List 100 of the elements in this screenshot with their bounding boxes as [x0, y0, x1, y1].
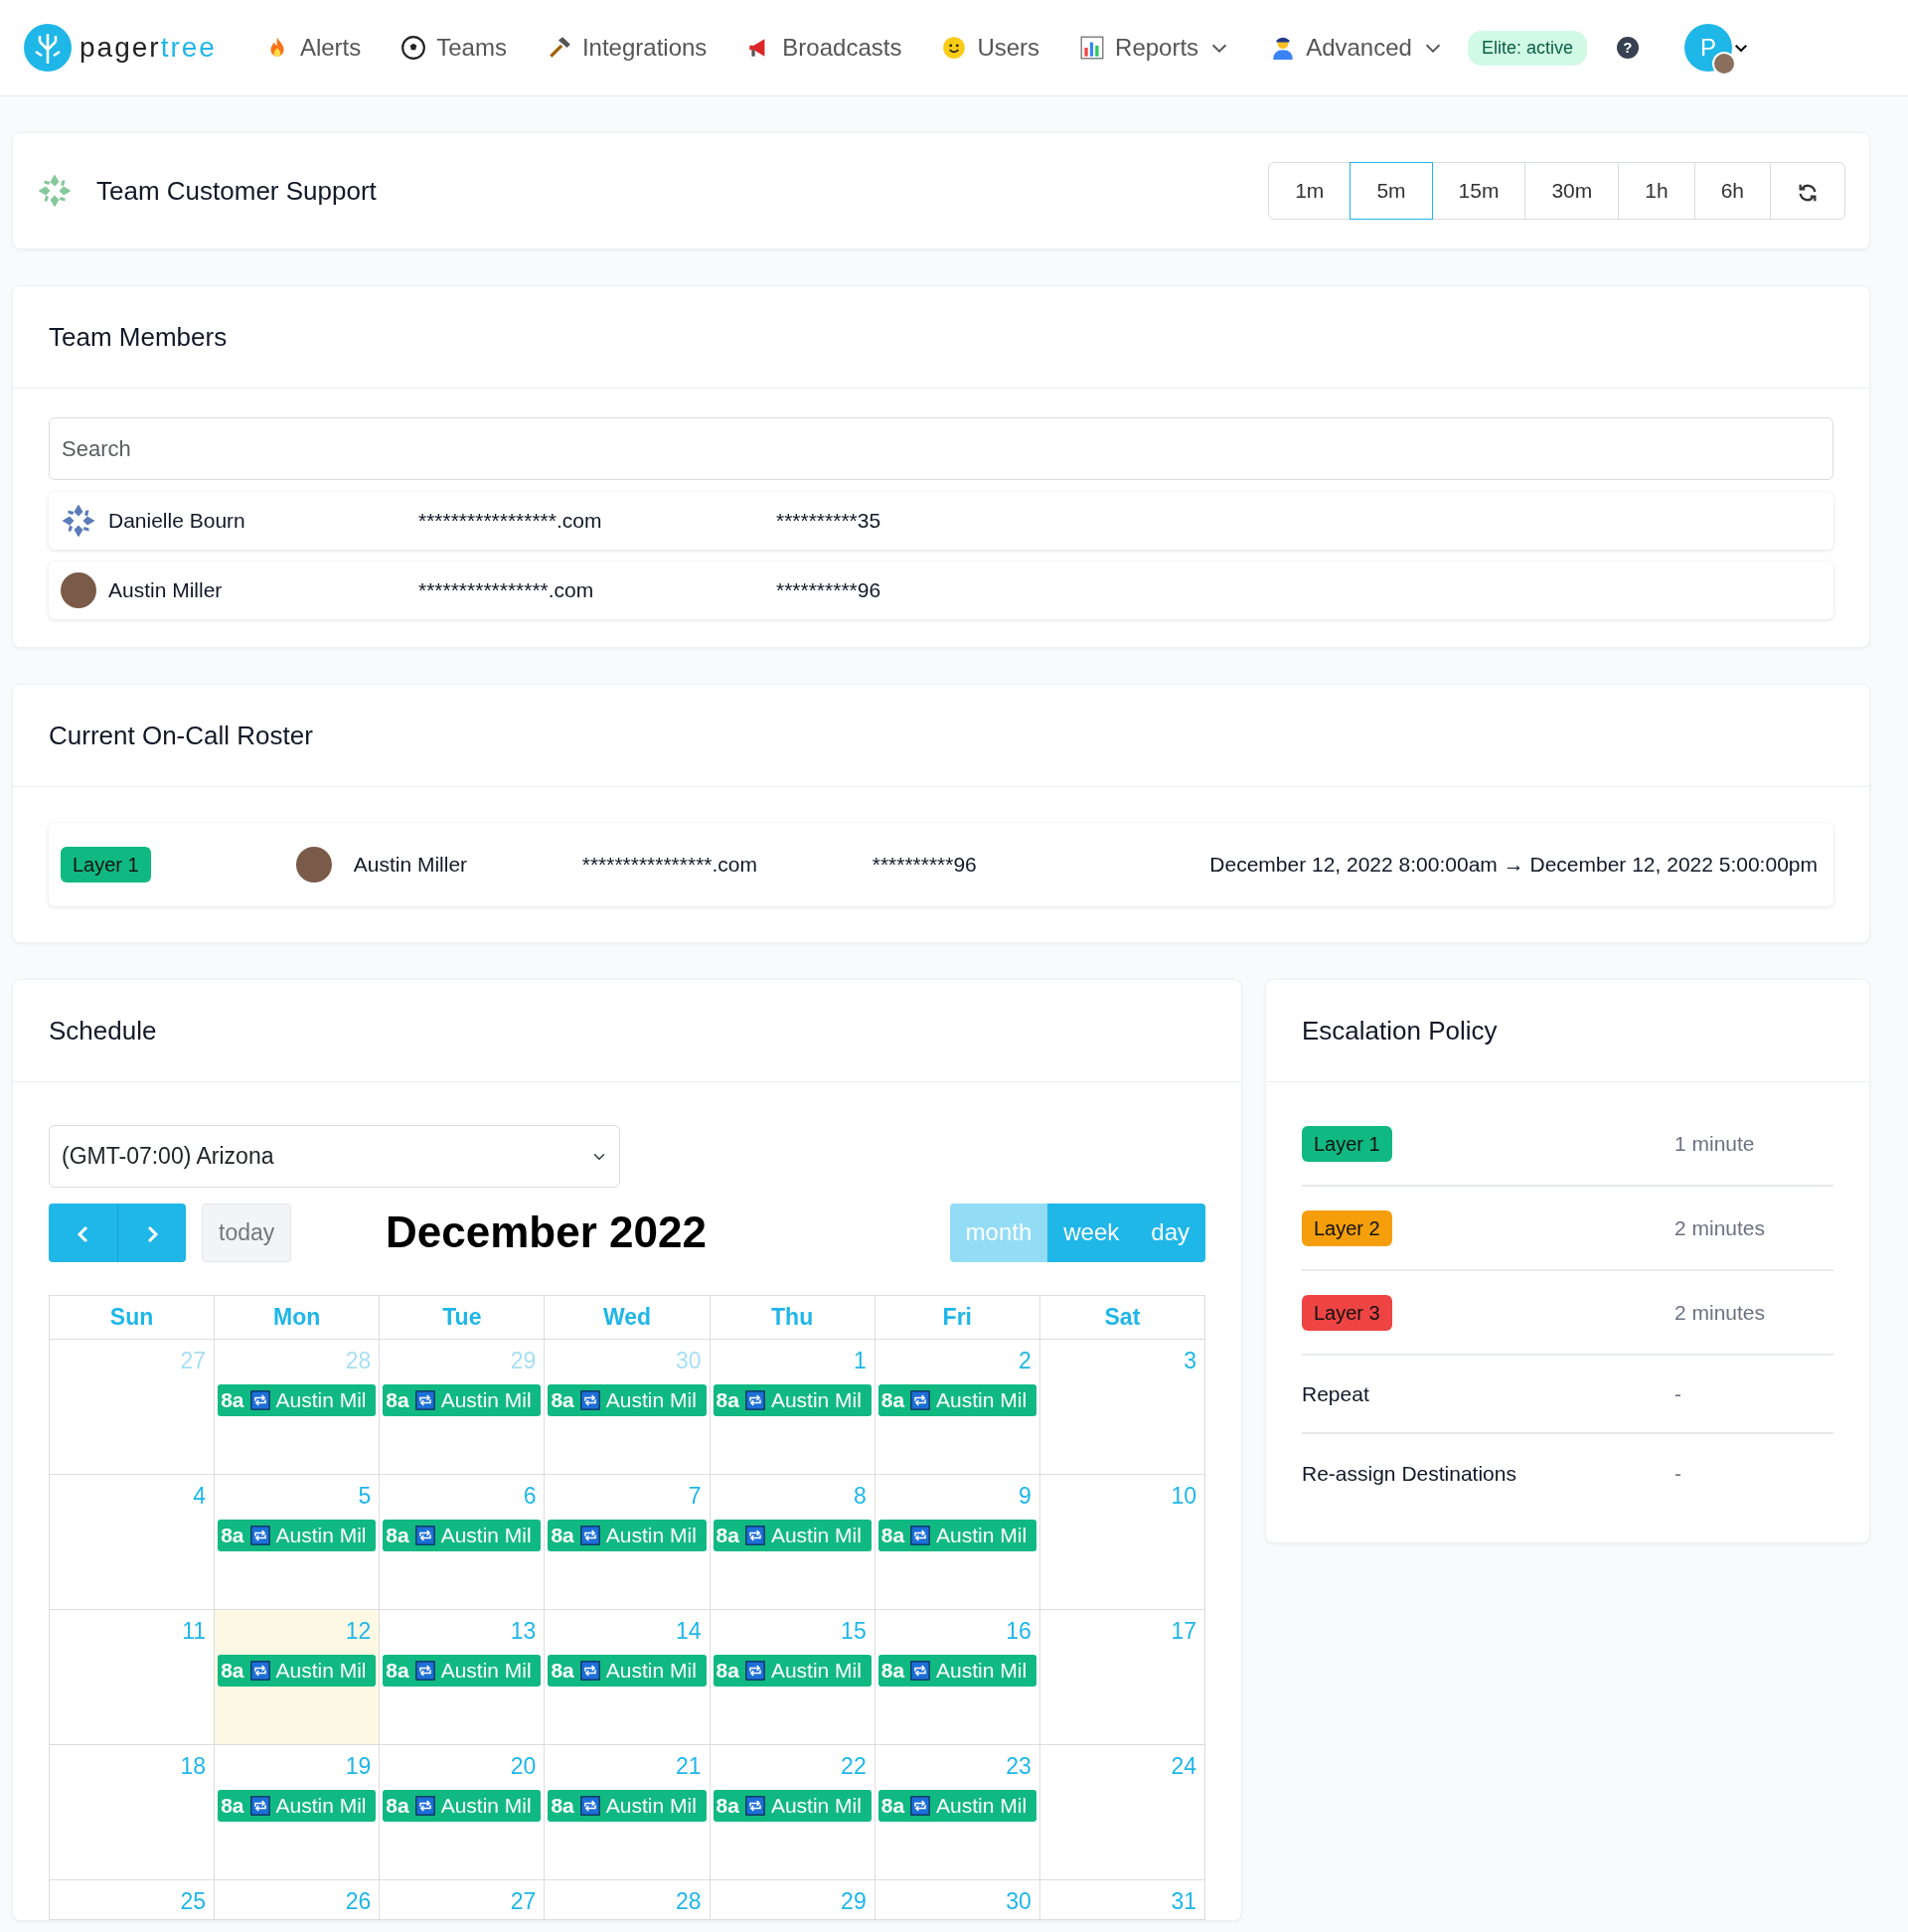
- interval-button[interactable]: 1m: [1268, 162, 1352, 220]
- day-number[interactable]: 29: [380, 1340, 545, 1378]
- day-number[interactable]: 15: [710, 1610, 874, 1649]
- shift-event[interactable]: 8a Austin Mil: [877, 1383, 1036, 1416]
- day-number[interactable]: 13: [380, 1610, 545, 1649]
- shift-event[interactable]: 8a Austin Mil: [383, 1519, 542, 1551]
- help-button[interactable]: ?: [1616, 37, 1639, 59]
- repeat-icon: [414, 1660, 435, 1681]
- day-number[interactable]: 4: [50, 1475, 215, 1514]
- layer-badge: Layer 1: [61, 847, 151, 883]
- day-number[interactable]: 11: [50, 1610, 215, 1649]
- shift-event[interactable]: 8a Austin Mil: [877, 1654, 1036, 1687]
- day-number[interactable]: 14: [545, 1610, 710, 1649]
- day-number[interactable]: 6: [380, 1475, 545, 1514]
- shift-event[interactable]: 8a Austin Mil: [548, 1654, 707, 1687]
- policy-value: -: [1674, 1380, 1682, 1407]
- logo[interactable]: pagertree: [24, 24, 217, 72]
- weekday-header: Tue: [379, 1295, 545, 1340]
- member-avatar-photo: [61, 572, 96, 608]
- layer-badge: Layer 1: [1302, 1125, 1392, 1162]
- day-number[interactable]: 30: [874, 1880, 1039, 1919]
- member-phone: **********96: [776, 577, 881, 604]
- day-number[interactable]: 30: [545, 1340, 710, 1378]
- nav-link[interactable]: Integrations: [546, 30, 708, 66]
- day-number[interactable]: 28: [545, 1880, 710, 1919]
- interval-button[interactable]: 5m: [1350, 162, 1433, 220]
- shift-event[interactable]: 8a Austin Mil: [548, 1789, 707, 1822]
- interval-button[interactable]: 6h: [1693, 162, 1771, 220]
- interval-button[interactable]: 1h: [1618, 162, 1695, 220]
- interval-button[interactable]: 30m: [1524, 162, 1620, 220]
- shift-event[interactable]: 8a Austin Mil: [383, 1789, 542, 1822]
- nav-link[interactable]: Users: [941, 30, 1040, 66]
- nav-link[interactable]: Alerts: [263, 30, 362, 66]
- shift-event[interactable]: 8a Austin Mil: [713, 1383, 872, 1416]
- day-number[interactable]: 29: [710, 1880, 874, 1919]
- day-number[interactable]: 18: [50, 1745, 215, 1784]
- layer-badge: Layer 2: [1302, 1209, 1392, 1246]
- nav-link[interactable]: Advanced: [1270, 30, 1444, 66]
- day-number[interactable]: 3: [1039, 1340, 1204, 1378]
- shift-event[interactable]: 8a Austin Mil: [218, 1654, 377, 1687]
- refresh-button[interactable]: [1770, 162, 1845, 220]
- repeat-icon: [414, 1525, 435, 1545]
- day-number[interactable]: 16: [874, 1610, 1039, 1649]
- previous-button[interactable]: [49, 1203, 117, 1262]
- shift-event[interactable]: 8a Austin Mil: [383, 1383, 542, 1416]
- day-number[interactable]: 10: [1039, 1475, 1204, 1514]
- shift-event[interactable]: 8a Austin Mil: [713, 1789, 872, 1822]
- view-tab[interactable]: month: [949, 1203, 1048, 1262]
- search-field[interactable]: Search: [49, 417, 1833, 480]
- shift-event[interactable]: 8a Austin Mil: [218, 1383, 377, 1416]
- day-number[interactable]: 28: [215, 1340, 380, 1378]
- day-number[interactable]: 24: [1039, 1745, 1204, 1784]
- section-title: Current On-Call Roster: [49, 719, 313, 752]
- layer-delay: 2 minutes: [1674, 1214, 1767, 1241]
- interval-button[interactable]: 15m: [1431, 162, 1526, 220]
- day-number[interactable]: 27: [380, 1880, 545, 1919]
- day-number[interactable]: 21: [545, 1745, 710, 1784]
- day-number[interactable]: 25: [50, 1880, 215, 1919]
- shift-event[interactable]: 8a Austin Mil: [713, 1654, 872, 1687]
- day-number[interactable]: 9: [874, 1475, 1039, 1514]
- day-number[interactable]: 1: [710, 1340, 874, 1378]
- day-number[interactable]: 26: [215, 1880, 380, 1919]
- month-title: December 2022: [384, 1207, 708, 1258]
- weekday-header: Mon: [214, 1295, 380, 1340]
- repeat-icon: [910, 1525, 931, 1545]
- repeat-icon: [910, 1389, 931, 1410]
- day-number[interactable]: 8: [710, 1475, 874, 1514]
- repeat-icon: [744, 1660, 765, 1681]
- nav-link[interactable]: Broadcasts: [746, 30, 902, 66]
- shift-event[interactable]: 8a Austin Mil: [877, 1789, 1036, 1822]
- shift-event[interactable]: 8a Austin Mil: [218, 1789, 377, 1822]
- nav-link[interactable]: Teams: [400, 30, 507, 66]
- day-number[interactable]: 31: [1039, 1880, 1204, 1919]
- repeat-icon: [910, 1660, 931, 1681]
- next-button[interactable]: [117, 1203, 186, 1262]
- day-number[interactable]: 20: [380, 1745, 545, 1784]
- member-phone: **********96: [872, 852, 977, 879]
- shift-event[interactable]: 8a Austin Mil: [548, 1519, 707, 1551]
- shift-event[interactable]: 8a Austin Mil: [218, 1519, 377, 1551]
- shift-event[interactable]: 8a Austin Mil: [877, 1519, 1036, 1551]
- day-number[interactable]: 7: [545, 1475, 710, 1514]
- repeat-icon: [744, 1389, 765, 1410]
- shift-event[interactable]: 8a Austin Mil: [548, 1383, 707, 1416]
- timezone-select[interactable]: (GMT-07:00) Arizona: [49, 1125, 620, 1188]
- smiley-icon: [941, 35, 968, 61]
- nav-link[interactable]: Reports: [1079, 30, 1231, 66]
- day-number[interactable]: 22: [710, 1745, 874, 1784]
- day-number[interactable]: 27: [50, 1340, 215, 1378]
- section-title: Escalation Policy: [1302, 1014, 1498, 1047]
- shift-event[interactable]: 8a Austin Mil: [713, 1519, 872, 1551]
- day-number[interactable]: 5: [215, 1475, 380, 1514]
- day-number[interactable]: 19: [215, 1745, 380, 1784]
- shift-event[interactable]: 8a Austin Mil: [383, 1654, 542, 1687]
- view-tab[interactable]: week: [1047, 1203, 1136, 1262]
- today-button[interactable]: today: [202, 1203, 292, 1262]
- day-number[interactable]: 23: [874, 1745, 1039, 1784]
- day-number[interactable]: 17: [1039, 1610, 1204, 1649]
- day-number[interactable]: 2: [874, 1340, 1039, 1378]
- day-number[interactable]: 12: [215, 1610, 380, 1649]
- view-tab[interactable]: day: [1135, 1203, 1205, 1262]
